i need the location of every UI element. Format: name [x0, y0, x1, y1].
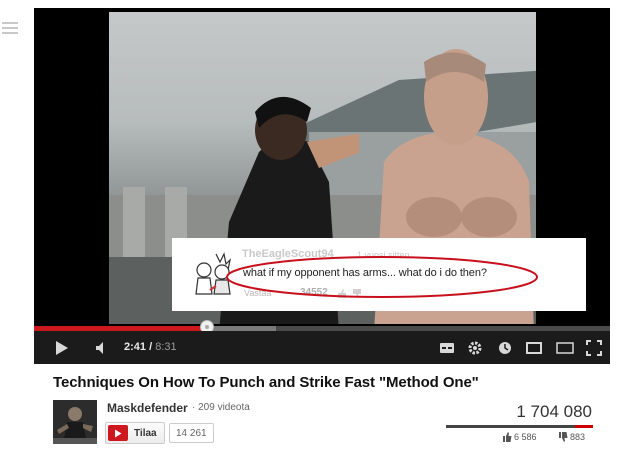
dislike-button[interactable]: 883 — [558, 432, 585, 442]
like-dislike-bar — [446, 425, 593, 428]
comment-overlay: TheEagleScout94 1 vuosi sitten what if m… — [172, 238, 586, 311]
video-count-text: 209 videota — [198, 402, 250, 413]
video-player[interactable]: TheEagleScout94 1 vuosi sitten what if m… — [34, 8, 610, 364]
thumbs-up-icon — [503, 432, 512, 442]
view-count: 1 704 080 — [516, 402, 592, 421]
highlight-oval — [226, 256, 538, 298]
duration: 8:31 — [155, 341, 177, 353]
fullscreen-icon[interactable] — [584, 339, 604, 357]
youtube-logo-icon — [108, 425, 128, 441]
page: TheEagleScout94 1 vuosi sitten what if m… — [0, 0, 619, 458]
like-button[interactable]: 6 586 — [502, 432, 537, 442]
video-area[interactable]: TheEagleScout94 1 vuosi sitten what if m… — [34, 8, 610, 326]
large-player-icon[interactable] — [554, 339, 576, 357]
channel-avatar[interactable] — [53, 400, 97, 444]
volume-icon[interactable] — [92, 339, 112, 357]
subscribe-button[interactable]: Tilaa — [105, 422, 165, 444]
settings-icon[interactable] — [466, 339, 484, 357]
thumbs-down-icon — [559, 432, 568, 442]
video-info: Techniques On How To Punch and Strike Fa… — [34, 364, 610, 458]
watch-later-icon[interactable] — [496, 339, 514, 357]
channel-video-count: · 209 videota — [192, 402, 250, 413]
video-title: Techniques On How To Punch and Strike Fa… — [53, 374, 479, 391]
like-count: 6 586 — [514, 432, 537, 442]
guide-icon[interactable] — [2, 22, 18, 36]
subscriber-count: 14 261 — [169, 423, 214, 443]
dislike-count: 883 — [570, 432, 586, 442]
like-ratio-fill — [446, 425, 576, 428]
subscribe-label: Tilaa — [134, 427, 157, 439]
captions-icon[interactable] — [438, 339, 456, 357]
fence-post — [123, 187, 145, 267]
play-icon[interactable] — [52, 339, 72, 357]
small-player-icon[interactable] — [524, 339, 544, 357]
time-display: 2:41 / 8:31 — [124, 341, 177, 353]
current-time: 2:41 — [124, 341, 147, 353]
control-bar: 2:41 / 8:31 — [34, 331, 610, 364]
channel-name[interactable]: Maskdefender — [107, 401, 188, 415]
